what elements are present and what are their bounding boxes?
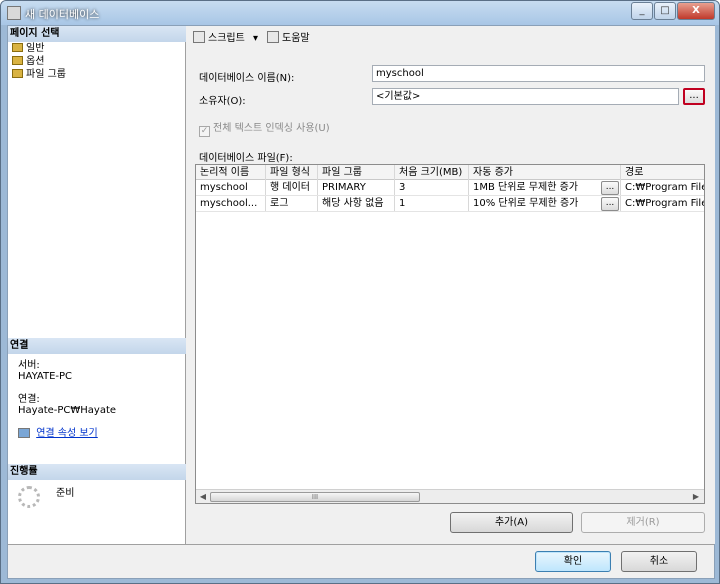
fulltext-label: 전체 텍스트 인덱싱 사용(U) <box>213 123 330 134</box>
window-icon <box>7 6 21 20</box>
close-button[interactable]: X <box>677 2 715 20</box>
minimize-button[interactable]: _ <box>631 2 653 20</box>
scroll-left-icon[interactable]: ◀ <box>198 492 208 502</box>
maximize-button[interactable]: □ <box>654 2 676 20</box>
page-item-label: 파일 그룹 <box>26 69 66 80</box>
title-bar[interactable]: 새 데이터베이스 _ □ X <box>1 1 719 25</box>
cell-initial-size[interactable]: 3 <box>395 180 469 195</box>
script-label: 스크립트 <box>208 33 245 44</box>
toolbar: 스크립트 ▾ 도움말 <box>187 26 715 52</box>
progress-header: 진행률 <box>8 464 186 480</box>
dialog-button-bar: 확인 취소 <box>8 544 714 578</box>
horizontal-scrollbar[interactable]: ◀ III ▶ <box>196 489 704 503</box>
grid-header: 논리적 이름 파일 형식 파일 그룹 처음 크기(MB) 자동 증가 경로 <box>196 165 704 180</box>
connection-header: 연결 <box>8 338 186 354</box>
fulltext-checkbox-row[interactable]: ✓ 전체 텍스트 인덱싱 사용(U) <box>199 119 330 137</box>
right-pane: 스크립트 ▾ 도움말 데이터베이스 이름(N): myschool 소유자(O)… <box>187 26 715 544</box>
page-item-label: 일반 <box>26 43 45 54</box>
server-value: HAYATE-PC <box>18 371 73 382</box>
help-label: 도움말 <box>282 33 310 44</box>
col-path[interactable]: 경로 <box>621 165 704 180</box>
col-logical-name[interactable]: 논리적 이름 <box>196 165 266 180</box>
cell-path[interactable]: C:₩Program Files <box>621 196 704 211</box>
page-item-general[interactable]: 일반 <box>12 42 44 55</box>
page-item-filegroups[interactable]: 파일 그룹 <box>12 68 66 81</box>
cell-file-type[interactable]: 로그 <box>266 196 318 211</box>
page-icon <box>12 69 23 78</box>
view-connection-properties[interactable]: 연결 속성 보기 <box>18 428 98 440</box>
script-button[interactable]: 스크립트 ▾ <box>193 31 258 46</box>
cell-path[interactable]: C:₩Program Files <box>621 180 704 195</box>
db-name-input[interactable]: myschool <box>372 65 705 82</box>
view-connection-properties-link[interactable]: 연결 속성 보기 <box>36 428 98 439</box>
owner-browse-button[interactable]: ... <box>683 88 705 105</box>
select-page-header: 페이지 선택 <box>8 26 186 42</box>
cell-file-type[interactable]: 행 데이터 <box>266 180 318 195</box>
autogrowth-edit-button[interactable]: ... <box>601 197 619 211</box>
connection-properties-icon <box>18 428 30 438</box>
db-files-label: 데이터베이스 파일(F): <box>199 153 293 164</box>
new-database-window: 새 데이터베이스 _ □ X 페이지 선택 일반 옵션 파일 그룹 연결 서버:… <box>0 0 720 584</box>
connection-value: Hayate-PC₩Hayate <box>18 405 117 416</box>
chevron-down-icon[interactable]: ▾ <box>253 33 258 44</box>
page-item-label: 옵션 <box>26 56 45 67</box>
autogrowth-edit-button[interactable]: ... <box>601 181 619 195</box>
col-initial-size[interactable]: 처음 크기(MB) <box>395 165 469 180</box>
fulltext-checkbox[interactable]: ✓ <box>199 126 210 137</box>
cell-logical-name[interactable]: myschool... <box>196 196 266 211</box>
scroll-thumb[interactable]: III <box>210 492 420 502</box>
progress-status: 준비 <box>56 488 75 499</box>
left-pane: 페이지 선택 일반 옵션 파일 그룹 연결 서버: HAYATE-PC 연결: … <box>8 26 186 544</box>
col-autogrowth[interactable]: 자동 증가 <box>469 165 621 180</box>
cell-autogrowth: 1MB 단위로 무제한 증가 <box>469 180 621 195</box>
remove-file-button[interactable]: 제거(R) <box>581 512 705 533</box>
page-icon <box>12 56 23 65</box>
help-icon <box>267 31 279 43</box>
cell-initial-size[interactable]: 1 <box>395 196 469 211</box>
table-row[interactable]: myschool 행 데이터 PRIMARY 3 1MB 단위로 무제한 증가 … <box>196 180 704 196</box>
cell-autogrowth: 10% 단위로 무제한 증가 <box>469 196 621 211</box>
db-name-label: 데이터베이스 이름(N): <box>199 73 295 84</box>
cell-filegroup[interactable]: PRIMARY <box>318 180 395 195</box>
owner-input[interactable]: <기본값> <box>372 88 679 105</box>
dialog-client: 페이지 선택 일반 옵션 파일 그룹 연결 서버: HAYATE-PC 연결: … <box>7 25 715 579</box>
progress-spinner-icon <box>18 486 40 508</box>
cell-filegroup[interactable]: 해당 사항 없음 <box>318 196 395 211</box>
page-icon <box>12 43 23 52</box>
owner-label: 소유자(O): <box>199 96 246 107</box>
help-button[interactable]: 도움말 <box>267 31 310 46</box>
script-icon <box>193 31 205 43</box>
cancel-button[interactable]: 취소 <box>621 551 697 572</box>
window-title: 새 데이터베이스 <box>25 8 100 21</box>
add-file-button[interactable]: 추가(A) <box>450 512 573 533</box>
col-file-type[interactable]: 파일 형식 <box>266 165 318 180</box>
table-row[interactable]: myschool... 로그 해당 사항 없음 1 10% 단위로 무제한 증가… <box>196 196 704 212</box>
db-files-grid[interactable]: 논리적 이름 파일 형식 파일 그룹 처음 크기(MB) 자동 증가 경로 my… <box>195 164 705 504</box>
page-item-options[interactable]: 옵션 <box>12 55 44 68</box>
scroll-right-icon[interactable]: ▶ <box>691 492 701 502</box>
col-filegroup[interactable]: 파일 그룹 <box>318 165 395 180</box>
cell-logical-name[interactable]: myschool <box>196 180 266 195</box>
ok-button[interactable]: 확인 <box>535 551 611 572</box>
